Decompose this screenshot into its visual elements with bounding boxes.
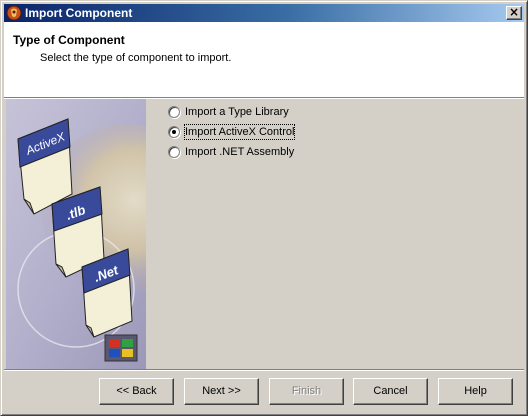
option-activex-control-label[interactable]: Import ActiveX Control <box>183 124 296 140</box>
component-illustration: ActiveX .tlb .Net <box>6 99 146 369</box>
wizard-side-image: ActiveX .tlb .Net <box>6 99 146 369</box>
radio-net-assembly[interactable] <box>168 146 180 158</box>
option-net-assembly-label[interactable]: Import .NET Assembly <box>185 145 294 159</box>
option-net-assembly[interactable]: Import .NET Assembly <box>168 144 368 160</box>
radio-activex-control[interactable] <box>168 126 180 138</box>
next-button[interactable]: Next >> <box>184 378 259 405</box>
close-button[interactable]: × <box>506 6 522 20</box>
windows-logo-icon <box>104 334 138 362</box>
cancel-button[interactable]: Cancel <box>353 378 428 405</box>
wizard-header: Type of Component Select the type of com… <box>4 22 524 97</box>
page-description: Select the type of component to import. <box>40 52 232 64</box>
option-type-library-label[interactable]: Import a Type Library <box>185 105 289 119</box>
close-icon: × <box>508 5 520 19</box>
footer-divider-highlight <box>4 370 524 371</box>
page-title: Type of Component <box>13 33 125 47</box>
option-type-library[interactable]: Import a Type Library <box>168 104 368 120</box>
help-button[interactable]: Help <box>438 378 513 405</box>
radio-type-library[interactable] <box>168 106 180 118</box>
window-title: Import Component <box>25 6 133 20</box>
option-activex-control[interactable]: Import ActiveX Control <box>168 124 368 140</box>
back-button[interactable]: << Back <box>99 378 174 405</box>
app-icon <box>6 5 22 21</box>
finish-button[interactable]: Finish <box>269 378 344 405</box>
title-bar[interactable]: Import Component × <box>4 4 524 22</box>
import-component-dialog: Import Component × Type of Component Sel… <box>0 0 528 416</box>
radio-selected-dot <box>172 130 176 134</box>
